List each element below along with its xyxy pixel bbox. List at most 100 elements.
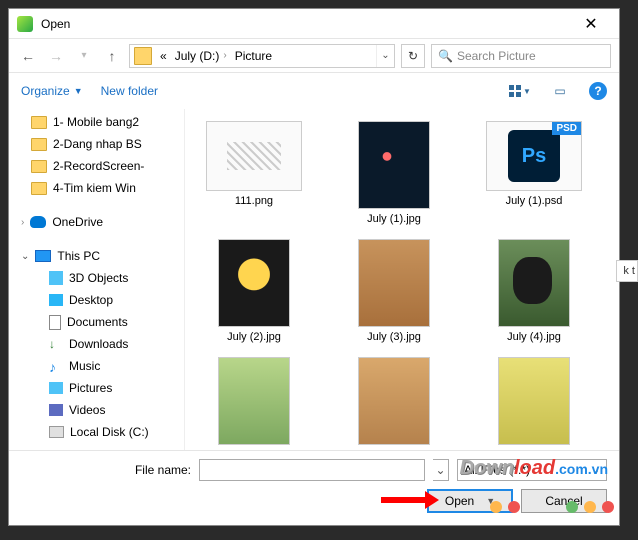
address-bar[interactable]: « July (D:) › Picture ⌄ <box>129 44 395 68</box>
breadcrumb-item[interactable]: July (D:) › <box>171 45 231 67</box>
breadcrumb-label: Picture <box>235 49 272 63</box>
pc-icon <box>35 250 51 262</box>
download-icon <box>49 337 63 351</box>
file-item[interactable]: July (7).jpg <box>329 353 459 450</box>
search-input[interactable]: 🔍 Search Picture <box>431 44 611 68</box>
filename-input[interactable] <box>199 459 425 481</box>
open-dialog: Open ✕ ← → ▾ ↑ « July (D:) › Picture ⌄ ↻… <box>8 8 620 526</box>
sidebar-desktop[interactable]: Desktop <box>9 289 184 311</box>
document-icon <box>49 315 61 330</box>
help-icon[interactable]: ? <box>589 82 607 100</box>
background-text: k t <box>616 260 638 282</box>
up-button[interactable]: ↑ <box>101 45 123 67</box>
sidebar-3dobjects[interactable]: 3D Objects <box>9 267 184 289</box>
close-button[interactable]: ✕ <box>571 9 611 38</box>
sidebar-folder[interactable]: 2-Dang nhap BS <box>9 133 184 155</box>
recent-dropdown[interactable]: ▾ <box>73 45 95 67</box>
file-label: July (1).psd <box>506 195 563 207</box>
search-placeholder: Search Picture <box>457 49 536 63</box>
file-item[interactable]: PSDPs July (1).psd <box>469 117 599 229</box>
open-button[interactable]: Open ▼ <box>427 489 513 513</box>
sidebar-folder[interactable]: 4-Tim kiem Win <box>9 177 184 199</box>
breadcrumb-prefix[interactable]: « <box>156 45 171 67</box>
file-label: July (4).jpg <box>507 331 561 343</box>
file-item[interactable]: July (2).jpg <box>189 235 319 347</box>
app-icon <box>17 16 33 32</box>
thumbnail <box>358 239 430 327</box>
folder-icon <box>31 116 47 129</box>
thumbnail <box>358 357 430 445</box>
file-label: July (2).jpg <box>227 331 281 343</box>
objects-icon <box>49 271 63 285</box>
folder-icon <box>31 138 47 151</box>
chevron-down-icon: ▼ <box>74 86 83 96</box>
sidebar-documents[interactable]: Documents <box>9 311 184 333</box>
filter-label: All Files (*.*) <box>464 463 530 477</box>
chevron-down-icon: ⌄ <box>592 465 600 476</box>
expand-icon: › <box>21 217 24 228</box>
search-icon: 🔍 <box>438 49 453 63</box>
sidebar-folder[interactable]: 1- Mobile bang2 <box>9 111 184 133</box>
filename-dropdown[interactable]: ⌄ <box>433 459 449 481</box>
file-item[interactable]: July (9).jpg <box>469 353 599 450</box>
back-button[interactable]: ← <box>17 45 39 67</box>
breadcrumb-label: July (D:) <box>175 49 220 63</box>
dialog-footer: File name: ⌄ All Files (*.*) ⌄ Open ▼ Ca… <box>9 450 619 525</box>
music-icon <box>49 359 63 373</box>
organize-button[interactable]: Organize ▼ <box>21 84 83 98</box>
thumbnail <box>218 357 290 445</box>
filename-label: File name: <box>21 463 191 477</box>
refresh-button[interactable]: ↻ <box>401 44 425 68</box>
chevron-right-icon: › <box>223 50 226 61</box>
disk-icon <box>49 426 64 438</box>
video-icon <box>49 404 63 416</box>
sidebar-downloads[interactable]: Downloads <box>9 333 184 355</box>
onedrive-icon <box>30 216 46 228</box>
sidebar-music[interactable]: Music <box>9 355 184 377</box>
file-item[interactable]: 111.png <box>189 117 319 229</box>
navbar: ← → ▾ ↑ « July (D:) › Picture ⌄ ↻ 🔍 Sear… <box>9 39 619 73</box>
sidebar: 1- Mobile bang2 2-Dang nhap BS 2-RecordS… <box>9 109 185 450</box>
file-item[interactable]: July (3).jpg <box>329 235 459 347</box>
split-chevron-icon: ▼ <box>486 496 495 506</box>
file-item[interactable]: July (1).jpg <box>329 117 459 229</box>
psd-badge: PSD <box>552 122 581 135</box>
photoshop-icon: Ps <box>508 130 560 182</box>
desktop-icon <box>49 294 63 306</box>
file-label: July (3).jpg <box>367 331 421 343</box>
thumbnail <box>358 121 430 209</box>
sidebar-onedrive[interactable]: ›OneDrive <box>9 211 184 233</box>
sidebar-folder[interactable]: 2-RecordScreen- <box>9 155 184 177</box>
file-item[interactable]: July (5).jpg <box>189 353 319 450</box>
toolbar: Organize ▼ New folder ▼ ▭ ? <box>9 73 619 109</box>
file-list: 111.png July (1).jpg PSDPs July (1).psd J… <box>185 109 619 450</box>
sidebar-videos[interactable]: Videos <box>9 399 184 421</box>
view-details-button[interactable]: ▭ <box>549 80 571 102</box>
thumbnail <box>218 239 290 327</box>
folder-icon <box>31 182 47 195</box>
file-label: July (1).jpg <box>367 213 421 225</box>
thumbnail: PSDPs <box>486 121 582 191</box>
thumbnail <box>206 121 302 191</box>
view-large-button[interactable]: ▼ <box>509 80 531 102</box>
breadcrumb-item[interactable]: Picture <box>231 45 276 67</box>
titlebar: Open ✕ <box>9 9 619 39</box>
file-label: 111.png <box>235 195 273 207</box>
sidebar-localdisk-c[interactable]: Local Disk (C:) <box>9 421 184 443</box>
cancel-button[interactable]: Cancel <box>521 489 607 513</box>
filetype-filter[interactable]: All Files (*.*) ⌄ <box>457 459 607 481</box>
dialog-body: 1- Mobile bang2 2-Dang nhap BS 2-RecordS… <box>9 109 619 450</box>
folder-icon <box>134 47 152 65</box>
picture-icon <box>49 382 63 394</box>
address-dropdown[interactable]: ⌄ <box>376 45 394 67</box>
sidebar-thispc[interactable]: ⌄This PC <box>9 245 184 267</box>
window-title: Open <box>41 17 571 31</box>
collapse-icon: ⌄ <box>21 251 29 262</box>
thumbnail <box>498 357 570 445</box>
file-item[interactable]: July (4).jpg <box>469 235 599 347</box>
sidebar-pictures[interactable]: Pictures <box>9 377 184 399</box>
folder-icon <box>31 160 47 173</box>
forward-button[interactable]: → <box>45 45 67 67</box>
new-folder-button[interactable]: New folder <box>101 84 158 98</box>
thumbnail <box>498 239 570 327</box>
